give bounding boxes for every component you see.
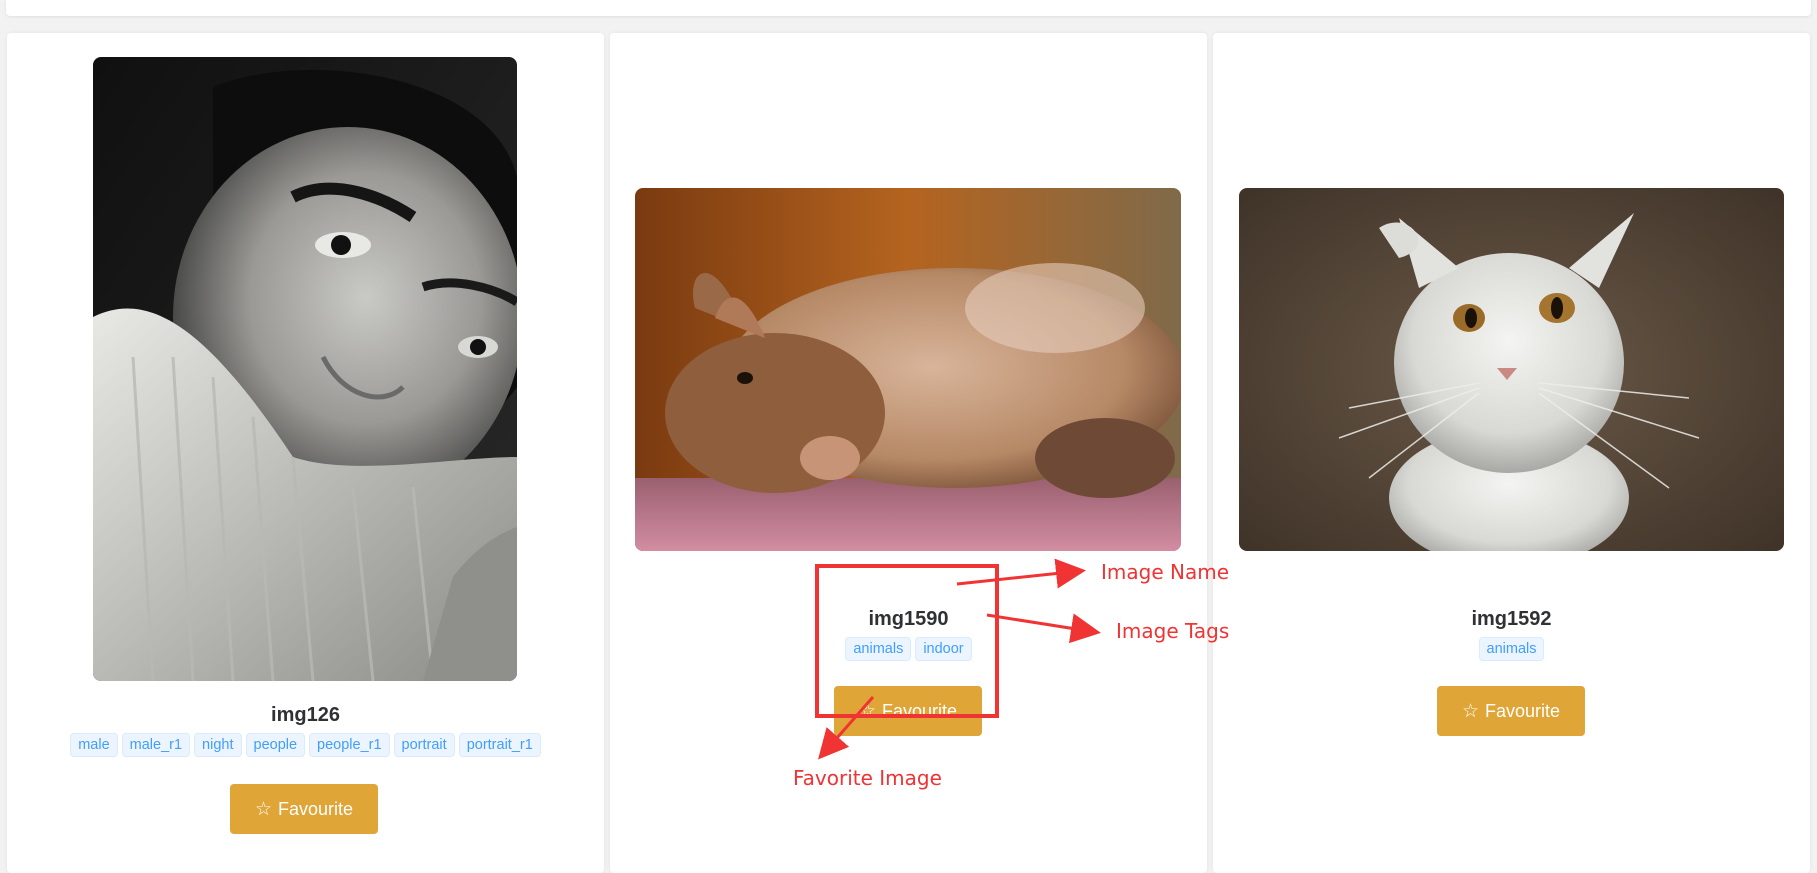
favourite-button-label: Favourite	[1485, 700, 1561, 721]
annotation-image-tags: Image Tags	[1116, 619, 1230, 643]
tag[interactable]: animals	[1478, 637, 1545, 661]
image-name: img1592	[1471, 608, 1552, 630]
image-card: img126 male male_r1 night people people_…	[7, 33, 604, 873]
portrait-photo	[93, 57, 517, 681]
image-tags: male male_r1 night people people_r1 port…	[7, 733, 604, 757]
annotation-favorite-image: Favorite Image	[793, 766, 942, 790]
annotation-image-name: Image Name	[1101, 560, 1229, 584]
top-header-bar	[6, 0, 1811, 16]
tag[interactable]: people_r1	[309, 733, 390, 757]
annotation-highlight-box	[815, 564, 999, 718]
image-card: img1592 animals ☆ Favourite	[1213, 33, 1810, 873]
favourite-button[interactable]: ☆ Favourite	[230, 784, 378, 834]
tag[interactable]: male_r1	[121, 733, 191, 757]
tag[interactable]: male	[70, 733, 118, 757]
rabbit-photo	[635, 188, 1181, 551]
tag[interactable]: portrait_r1	[458, 733, 541, 757]
image-thumbnail[interactable]	[635, 188, 1181, 551]
star-outline-icon: ☆	[1461, 699, 1479, 722]
cat-photo	[1239, 188, 1784, 551]
favourite-button-label: Favourite	[278, 798, 354, 819]
tag[interactable]: portrait	[393, 733, 455, 757]
image-thumbnail[interactable]	[1239, 188, 1784, 551]
image-name: img126	[271, 704, 340, 726]
tag[interactable]: night	[194, 733, 242, 757]
image-card: img1590 animals indoor ☆ Favourite	[610, 33, 1207, 873]
tag[interactable]: people	[245, 733, 306, 757]
star-outline-icon: ☆	[254, 797, 272, 820]
image-tags: animals	[1213, 637, 1810, 661]
favourite-button[interactable]: ☆ Favourite	[1437, 686, 1585, 736]
image-thumbnail[interactable]	[93, 57, 517, 681]
